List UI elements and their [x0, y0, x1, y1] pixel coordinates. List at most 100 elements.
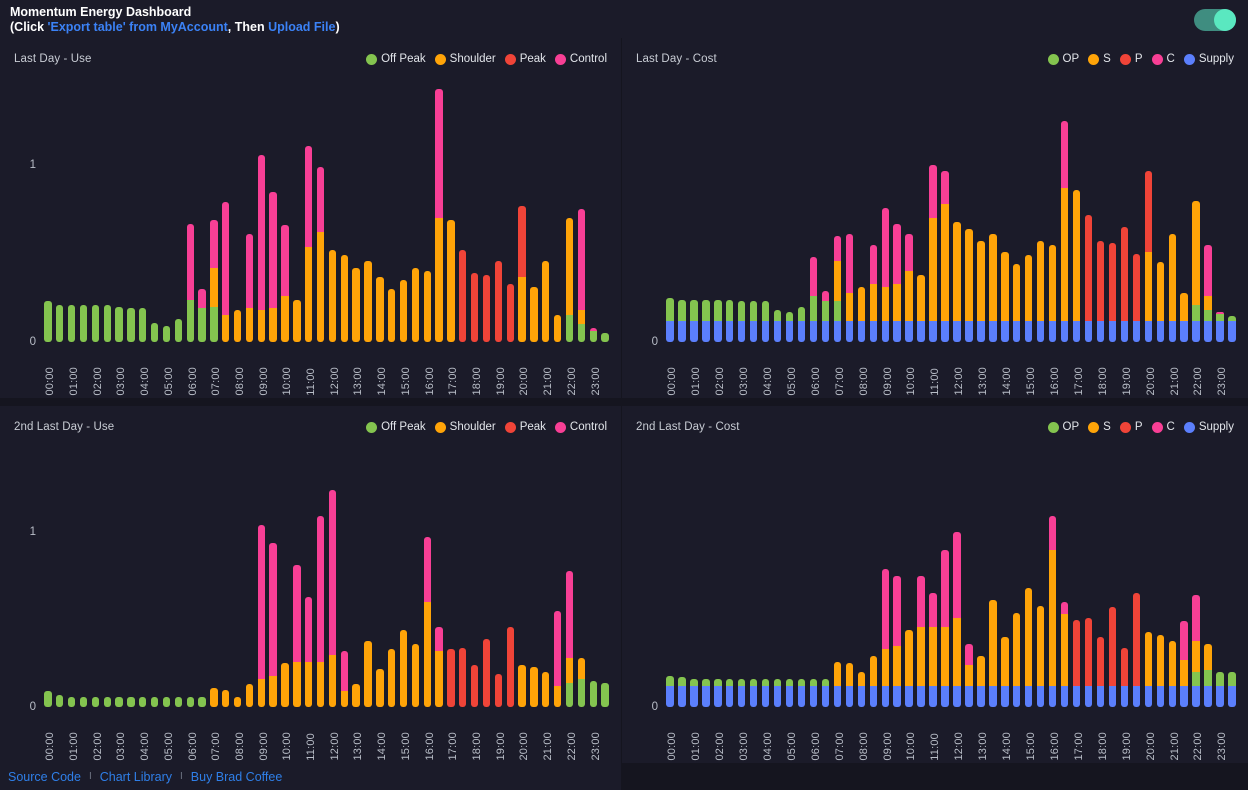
bar-column[interactable]: [1096, 241, 1105, 342]
bar-column[interactable]: [1192, 595, 1200, 707]
bar-column[interactable]: [281, 663, 289, 707]
bar-column[interactable]: [1084, 214, 1093, 342]
bar-column[interactable]: [749, 301, 758, 342]
bar-column[interactable]: [281, 225, 289, 342]
bar-column[interactable]: [269, 191, 277, 342]
bar-column[interactable]: [989, 600, 997, 707]
bar-column[interactable]: [269, 542, 277, 707]
bar-column[interactable]: [965, 228, 973, 342]
bar-column[interactable]: [459, 647, 467, 707]
bar-column[interactable]: [494, 260, 503, 342]
bar-column[interactable]: [553, 315, 562, 342]
bar-column[interactable]: [186, 223, 194, 342]
bar-column[interactable]: [749, 679, 758, 707]
bar-column[interactable]: [79, 304, 88, 342]
bar-column[interactable]: [1204, 244, 1212, 342]
bar-column[interactable]: [589, 680, 597, 707]
bar-column[interactable]: [845, 663, 854, 707]
bar-column[interactable]: [423, 271, 431, 342]
bar-column[interactable]: [690, 299, 698, 342]
bar-column[interactable]: [471, 665, 479, 707]
bar-column[interactable]: [905, 234, 913, 342]
bar-column[interactable]: [1025, 588, 1033, 707]
bar-column[interactable]: [316, 167, 325, 342]
bar-column[interactable]: [833, 235, 842, 342]
bar-column[interactable]: [1180, 621, 1188, 707]
bar-column[interactable]: [340, 255, 348, 342]
bar-column[interactable]: [435, 89, 443, 342]
bar-column[interactable]: [553, 610, 562, 707]
bar-column[interactable]: [482, 638, 491, 707]
legend-item-s[interactable]: S: [1088, 53, 1111, 65]
bar-column[interactable]: [577, 209, 586, 342]
bar-column[interactable]: [773, 310, 782, 342]
bar-column[interactable]: [44, 301, 52, 342]
bar-column[interactable]: [1192, 200, 1200, 342]
bar-column[interactable]: [411, 267, 420, 342]
bar-column[interactable]: [1025, 255, 1033, 342]
bar-column[interactable]: [91, 304, 99, 342]
bar-column[interactable]: [1168, 234, 1176, 342]
bar-column[interactable]: [56, 694, 64, 707]
bar-column[interactable]: [1108, 243, 1117, 342]
bar-column[interactable]: [1204, 644, 1212, 707]
bar-column[interactable]: [833, 661, 842, 707]
bar-column[interactable]: [388, 649, 396, 707]
bar-column[interactable]: [917, 274, 925, 342]
bar-column[interactable]: [726, 679, 734, 707]
bar-column[interactable]: [364, 640, 372, 707]
bar-column[interactable]: [941, 170, 949, 342]
bar-column[interactable]: [150, 696, 159, 707]
bar-column[interactable]: [773, 679, 782, 707]
bar-column[interactable]: [857, 287, 865, 342]
bar-column[interactable]: [518, 205, 526, 342]
bar-column[interactable]: [1228, 315, 1236, 342]
bar-column[interactable]: [210, 687, 218, 707]
bar-column[interactable]: [139, 696, 147, 707]
bar-column[interactable]: [678, 299, 686, 342]
bar-column[interactable]: [702, 679, 710, 707]
bar-column[interactable]: [905, 630, 913, 707]
bar-column[interactable]: [174, 696, 182, 707]
bar-column[interactable]: [929, 593, 937, 707]
legend-item-supply[interactable]: Supply: [1183, 53, 1234, 65]
bar-column[interactable]: [977, 656, 985, 707]
legend-item-p[interactable]: P: [1119, 421, 1143, 433]
bar-column[interactable]: [1001, 637, 1009, 707]
bar-column[interactable]: [917, 575, 925, 707]
bar-column[interactable]: [328, 250, 337, 342]
bar-column[interactable]: [411, 644, 420, 707]
bar-column[interactable]: [881, 207, 889, 342]
bar-column[interactable]: [881, 568, 889, 707]
bar-column[interactable]: [198, 288, 206, 342]
bar-column[interactable]: [162, 326, 171, 342]
bar-column[interactable]: [785, 679, 794, 707]
bar-column[interactable]: [589, 327, 597, 342]
bar-column[interactable]: [1036, 241, 1045, 342]
bar-column[interactable]: [953, 221, 961, 342]
bar-column[interactable]: [893, 575, 901, 707]
bar-column[interactable]: [666, 297, 674, 342]
bar-column[interactable]: [222, 202, 230, 342]
bar-column[interactable]: [821, 679, 830, 707]
bar-column[interactable]: [690, 679, 698, 707]
bar-column[interactable]: [1001, 251, 1009, 342]
bar-column[interactable]: [1216, 672, 1224, 707]
bar-column[interactable]: [56, 304, 64, 342]
bar-column[interactable]: [257, 154, 265, 342]
bar-column[interactable]: [1120, 227, 1129, 342]
bar-column[interactable]: [388, 288, 396, 342]
bar-column[interactable]: [797, 679, 806, 707]
bar-column[interactable]: [530, 287, 538, 342]
bar-column[interactable]: [233, 310, 242, 342]
bar-column[interactable]: [1156, 262, 1164, 342]
bar-column[interactable]: [482, 274, 491, 342]
bar-column[interactable]: [678, 677, 686, 707]
bar-column[interactable]: [797, 306, 806, 342]
bar-column[interactable]: [1048, 516, 1057, 707]
bar-column[interactable]: [1156, 635, 1164, 707]
bar-column[interactable]: [471, 273, 479, 342]
bar-column[interactable]: [1132, 253, 1141, 342]
bar-column[interactable]: [352, 684, 360, 707]
bar-column[interactable]: [127, 696, 135, 707]
